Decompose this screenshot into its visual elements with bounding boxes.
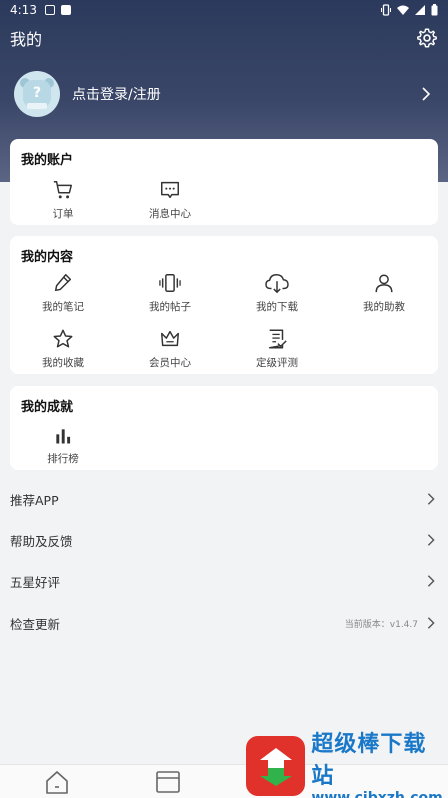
watermark: 超级棒下载站 www.cjbxzh.com <box>246 732 448 798</box>
level-test-label: 定级评测 <box>256 357 298 369</box>
achievement-card-title: 我的成就 <box>21 400 74 415</box>
message-center-button[interactable]: 消息中心 <box>117 179 223 221</box>
download-logo-icon <box>259 747 292 786</box>
battery-icon <box>431 4 438 16</box>
menu-help-feedback[interactable]: 帮助及反馈 <box>0 520 448 560</box>
member-center-button[interactable]: 会员中心 <box>117 328 223 370</box>
avatar: ? <box>14 71 60 117</box>
avatar-placeholder-icon: ? <box>20 78 54 109</box>
current-version-text: 当前版本：v1.4.7 <box>344 619 418 630</box>
login-profile-row[interactable]: ? 点击登录/注册 <box>14 70 434 118</box>
chevron-right-icon <box>427 534 435 546</box>
my-favorites-label: 我的收藏 <box>42 357 84 369</box>
watermark-title: 超级棒下载站 <box>311 731 427 789</box>
chevron-right-icon <box>427 575 435 587</box>
orders-label: 订单 <box>52 208 74 220</box>
home-tab-icon[interactable] <box>43 769 71 795</box>
cart-icon <box>53 181 72 199</box>
menu-label: 检查更新 <box>10 616 61 632</box>
watermark-text: 超级棒下载站 www.cjbxzh.com <box>311 726 448 798</box>
checklist-icon <box>268 329 287 349</box>
leaderboard-label: 排行榜 <box>47 453 79 465</box>
my-tutor-label: 我的助教 <box>363 301 405 313</box>
chevron-right-icon <box>427 493 435 505</box>
achievement-card: 我的成就 排行榜 <box>10 386 438 470</box>
menu-label: 推荐APP <box>10 492 59 508</box>
pencil-icon <box>54 274 72 292</box>
settings-gear-icon[interactable] <box>416 27 438 49</box>
signal-icon <box>415 5 425 15</box>
content-card-title: 我的内容 <box>21 250 74 265</box>
menu-recommend-app[interactable]: 推荐APP <box>0 479 448 519</box>
menu-check-update[interactable]: 检查更新 当前版本：v1.4.7 <box>0 603 448 643</box>
vibrate-status-icon <box>381 4 391 16</box>
menu-label: 帮助及反馈 <box>10 533 73 549</box>
bar-chart-icon <box>56 429 71 444</box>
login-register-link[interactable]: 点击登录/注册 <box>72 84 161 104</box>
account-card-title: 我的账户 <box>21 153 74 168</box>
svg-text:?: ? <box>33 85 41 101</box>
vibrate-phone-icon <box>159 274 181 292</box>
status-icons <box>381 4 438 16</box>
notification-icon <box>60 5 71 15</box>
leaderboard-button[interactable]: 排行榜 <box>10 426 116 466</box>
menu-five-star-rating[interactable]: 五星好评 <box>0 561 448 601</box>
star-icon <box>53 329 73 348</box>
my-notes-label: 我的笔记 <box>42 301 84 313</box>
orders-button[interactable]: 订单 <box>10 179 116 221</box>
my-notes-button[interactable]: 我的笔记 <box>10 272 116 314</box>
watermark-url: www.cjbxzh.com <box>311 789 443 798</box>
my-posts-button[interactable]: 我的帖子 <box>117 272 223 314</box>
member-center-label: 会员中心 <box>149 357 191 369</box>
level-test-button[interactable]: 定级评测 <box>224 328 330 370</box>
notification-icon <box>44 5 55 15</box>
person-icon <box>375 274 393 293</box>
account-card: 我的账户 订单 消息中心 <box>10 139 438 225</box>
cloud-download-icon <box>265 274 289 294</box>
menu-label: 五星好评 <box>10 574 61 590</box>
wifi-icon <box>397 5 409 15</box>
watermark-logo <box>246 735 306 796</box>
crown-icon <box>161 330 179 347</box>
message-center-label: 消息中心 <box>149 208 191 220</box>
chevron-right-icon <box>422 87 431 101</box>
my-downloads-button[interactable]: 我的下载 <box>224 272 330 314</box>
course-tab-icon[interactable] <box>154 769 182 795</box>
my-posts-label: 我的帖子 <box>149 301 191 313</box>
message-icon <box>161 181 179 199</box>
chevron-right-icon <box>427 617 435 629</box>
status-time: 4:13 <box>10 3 37 17</box>
top-bar: 我的 <box>0 24 448 52</box>
status-bar: 4:13 <box>0 0 448 20</box>
page-title: 我的 <box>10 30 43 49</box>
my-tutor-button[interactable]: 我的助教 <box>331 272 437 314</box>
content-card: 我的内容 我的笔记 我的帖子 我的下载 我的助教 我的收藏 会员中心 定级评测 <box>10 236 438 374</box>
my-downloads-label: 我的下载 <box>256 301 298 313</box>
my-favorites-button[interactable]: 我的收藏 <box>10 328 116 370</box>
